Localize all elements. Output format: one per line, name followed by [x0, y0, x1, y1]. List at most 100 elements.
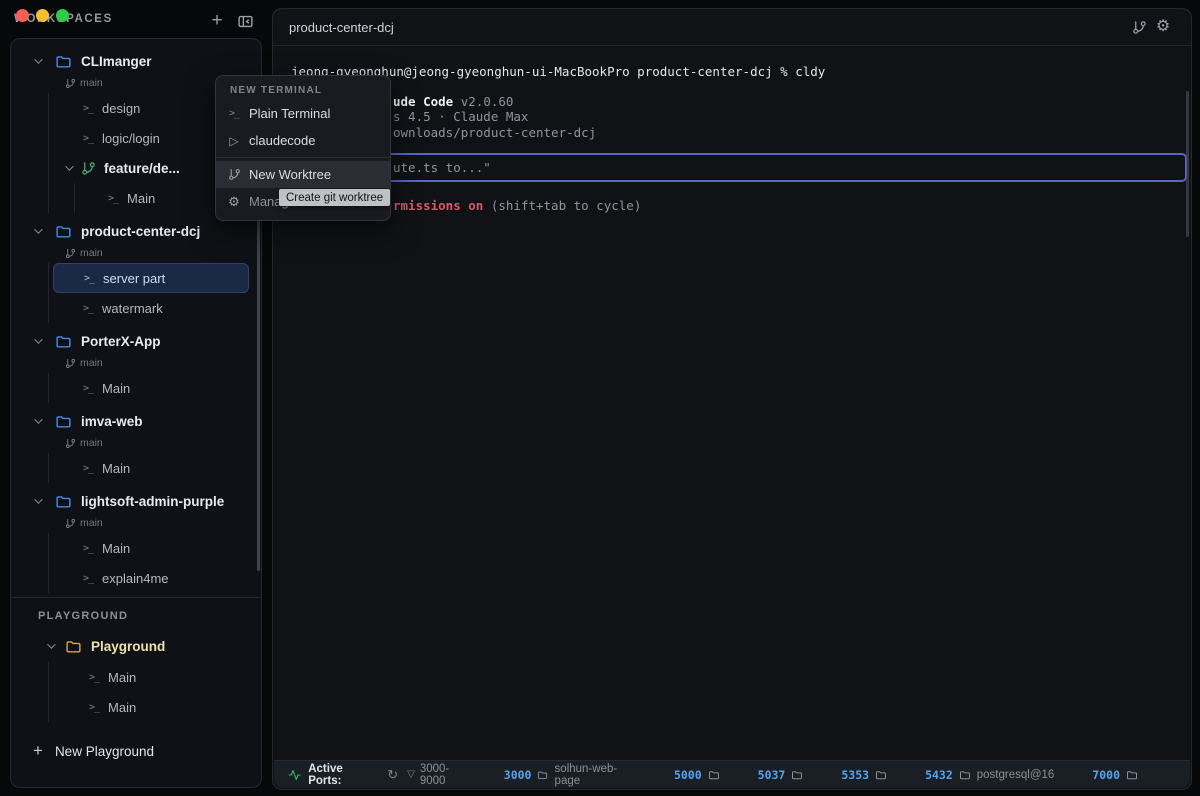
banner-path-line: ownloads/product-center-dcj [393, 125, 596, 141]
terminal-label: design [102, 101, 140, 116]
playground-section: PLAYGROUND Playground >_ Main >_ Main + … [11, 597, 261, 787]
git-branch-button[interactable] [1127, 15, 1151, 39]
menu-item-claudecode[interactable]: ▷ claudecode [216, 127, 390, 154]
branch-label: main [11, 433, 261, 453]
gear-icon: ⚙ [226, 194, 242, 210]
plus-icon: + [33, 741, 43, 761]
workspace-group-imva-web: imva-web main >_ Main [11, 409, 261, 483]
terminal-item-main[interactable]: >_ Main [53, 662, 249, 692]
workspace-item-product-center[interactable]: product-center-dcj [11, 219, 261, 243]
chevron-down-icon[interactable] [31, 498, 43, 504]
refresh-icon[interactable]: ↻ [387, 767, 398, 783]
terminal-item-main[interactable]: >_ Main [53, 373, 249, 403]
terminal-prompt-icon: >_ [83, 573, 93, 584]
folder-icon [55, 53, 72, 70]
branch-label: main [11, 513, 261, 533]
banner-title-fragment: ude Code [393, 94, 453, 109]
terminal-prompt-icon: >_ [83, 103, 93, 114]
folder-icon [875, 769, 887, 781]
folder-icon [55, 223, 72, 240]
git-branch-icon [81, 161, 96, 176]
git-branch-icon [65, 358, 76, 369]
banner-version: v2.0.60 [453, 94, 513, 109]
port-label: postgresql@16 [977, 769, 1055, 781]
terminal-prompt-icon: >_ [84, 273, 94, 284]
terminal-item-main[interactable]: >_ Main [53, 692, 249, 722]
menu-item-label: New Worktree [249, 167, 331, 182]
playground-folder-item[interactable]: Playground [11, 634, 261, 658]
traffic-light-close[interactable] [16, 9, 29, 22]
settings-gear-button[interactable]: ⚙ [1151, 15, 1175, 39]
chevron-down-icon[interactable] [31, 58, 43, 64]
chevron-down-icon[interactable] [31, 338, 43, 344]
worktree-name: feature/de... [104, 161, 180, 176]
port-entry-5000[interactable]: 5000 [674, 768, 720, 782]
terminal-prompt-icon: >_ [229, 108, 239, 119]
terminal-label: explain4me [102, 571, 169, 586]
chevron-down-icon[interactable] [31, 228, 43, 234]
workspace-name: CLImanger [81, 54, 152, 69]
folder-icon [959, 769, 971, 781]
port-entry-5432[interactable]: 5432 postgresql@16 [925, 768, 1054, 782]
filter-funnel-icon[interactable]: ▽ [407, 769, 415, 780]
workspace-group-porterx: PorterX-App main >_ Main [11, 329, 261, 403]
workspace-name: imva-web [81, 414, 143, 429]
terminal-item-explain4me[interactable]: >_ explain4me [53, 563, 249, 593]
port-range-label: 3000-9000 [420, 763, 472, 787]
worktree-tooltip: Create git worktree [279, 189, 390, 206]
folder-icon [65, 638, 82, 655]
banner-model-line: s 4.5 · Claude Max [393, 109, 528, 125]
new-playground-button[interactable]: + New Playground [33, 741, 154, 761]
terminal-label: Main [102, 541, 130, 556]
port-number: 5353 [841, 768, 869, 782]
terminal-prompt-icon: >_ [83, 133, 93, 144]
folder-icon [55, 333, 72, 350]
terminal-item-main[interactable]: >_ Main [53, 453, 249, 483]
terminal-scrollbar[interactable] [1186, 91, 1189, 237]
port-entry-5353[interactable]: 5353 [841, 768, 887, 782]
branch-label: main [11, 353, 261, 373]
terminal-prompt-icon: >_ [83, 543, 93, 554]
branch-name: main [80, 357, 103, 369]
port-entry-3000[interactable]: 3000 solhun-web-page [504, 763, 636, 787]
status-bar: Active Ports: ↻ ▽ 3000-9000 3000 solhun-… [274, 760, 1190, 788]
terminal-label: logic/login [102, 131, 160, 146]
git-branch-icon [65, 438, 76, 449]
terminal-prompt-icon: >_ [83, 303, 93, 314]
menu-item-new-worktree[interactable]: New Worktree [216, 161, 390, 188]
terminal-label: Main [102, 461, 130, 476]
workspace-item-lightsoft[interactable]: lightsoft-admin-purple [11, 489, 261, 513]
menu-item-label: claudecode [249, 133, 316, 148]
terminal-label: Main [102, 381, 130, 396]
traffic-light-zoom[interactable] [56, 9, 69, 22]
workspace-item-imva-web[interactable]: imva-web [11, 409, 261, 433]
menu-item-plain-terminal[interactable]: >_ Plain Terminal [216, 100, 390, 127]
terminal-prompt-icon: >_ [89, 672, 99, 683]
port-entry-7000[interactable]: 7000 [1092, 768, 1138, 782]
add-workspace-button[interactable]: + [206, 10, 228, 32]
chevron-down-icon[interactable] [63, 165, 73, 171]
workspace-item-climanger[interactable]: CLImanger [11, 49, 261, 73]
workspace-group-lightsoft: lightsoft-admin-purple main >_ Main >_ e… [11, 489, 261, 593]
terminal-title: product-center-dcj [289, 20, 394, 35]
menu-separator [216, 157, 390, 158]
chevron-down-icon[interactable] [45, 643, 55, 649]
chevron-down-icon[interactable] [31, 418, 43, 424]
git-branch-icon [65, 248, 76, 259]
workspace-group-product-center: product-center-dcj main >_ server part >… [11, 219, 261, 323]
terminal-item-server-part-selected[interactable]: >_ server part [53, 263, 249, 293]
workspace-item-porterx[interactable]: PorterX-App [11, 329, 261, 353]
collapse-sidebar-button[interactable] [234, 10, 256, 32]
terminal-item-main[interactable]: >_ Main [53, 533, 249, 563]
terminal-prompt-icon: >_ [83, 463, 93, 474]
terminal-item-watermark[interactable]: >_ watermark [53, 293, 249, 323]
port-number: 5037 [758, 768, 786, 782]
port-number: 5000 [674, 768, 702, 782]
port-entry-5037[interactable]: 5037 [758, 768, 804, 782]
new-playground-label: New Playground [55, 744, 154, 759]
terminal-prompt-icon: >_ [108, 193, 118, 204]
claude-banner-line: ude Code v2.0.60 [393, 94, 513, 110]
port-number: 3000 [504, 768, 532, 782]
traffic-light-minimize[interactable] [36, 9, 49, 22]
terminal-output[interactable]: jeong-gyeonghun@jeong-gyeonghun-ui-MacBo… [273, 46, 1191, 760]
